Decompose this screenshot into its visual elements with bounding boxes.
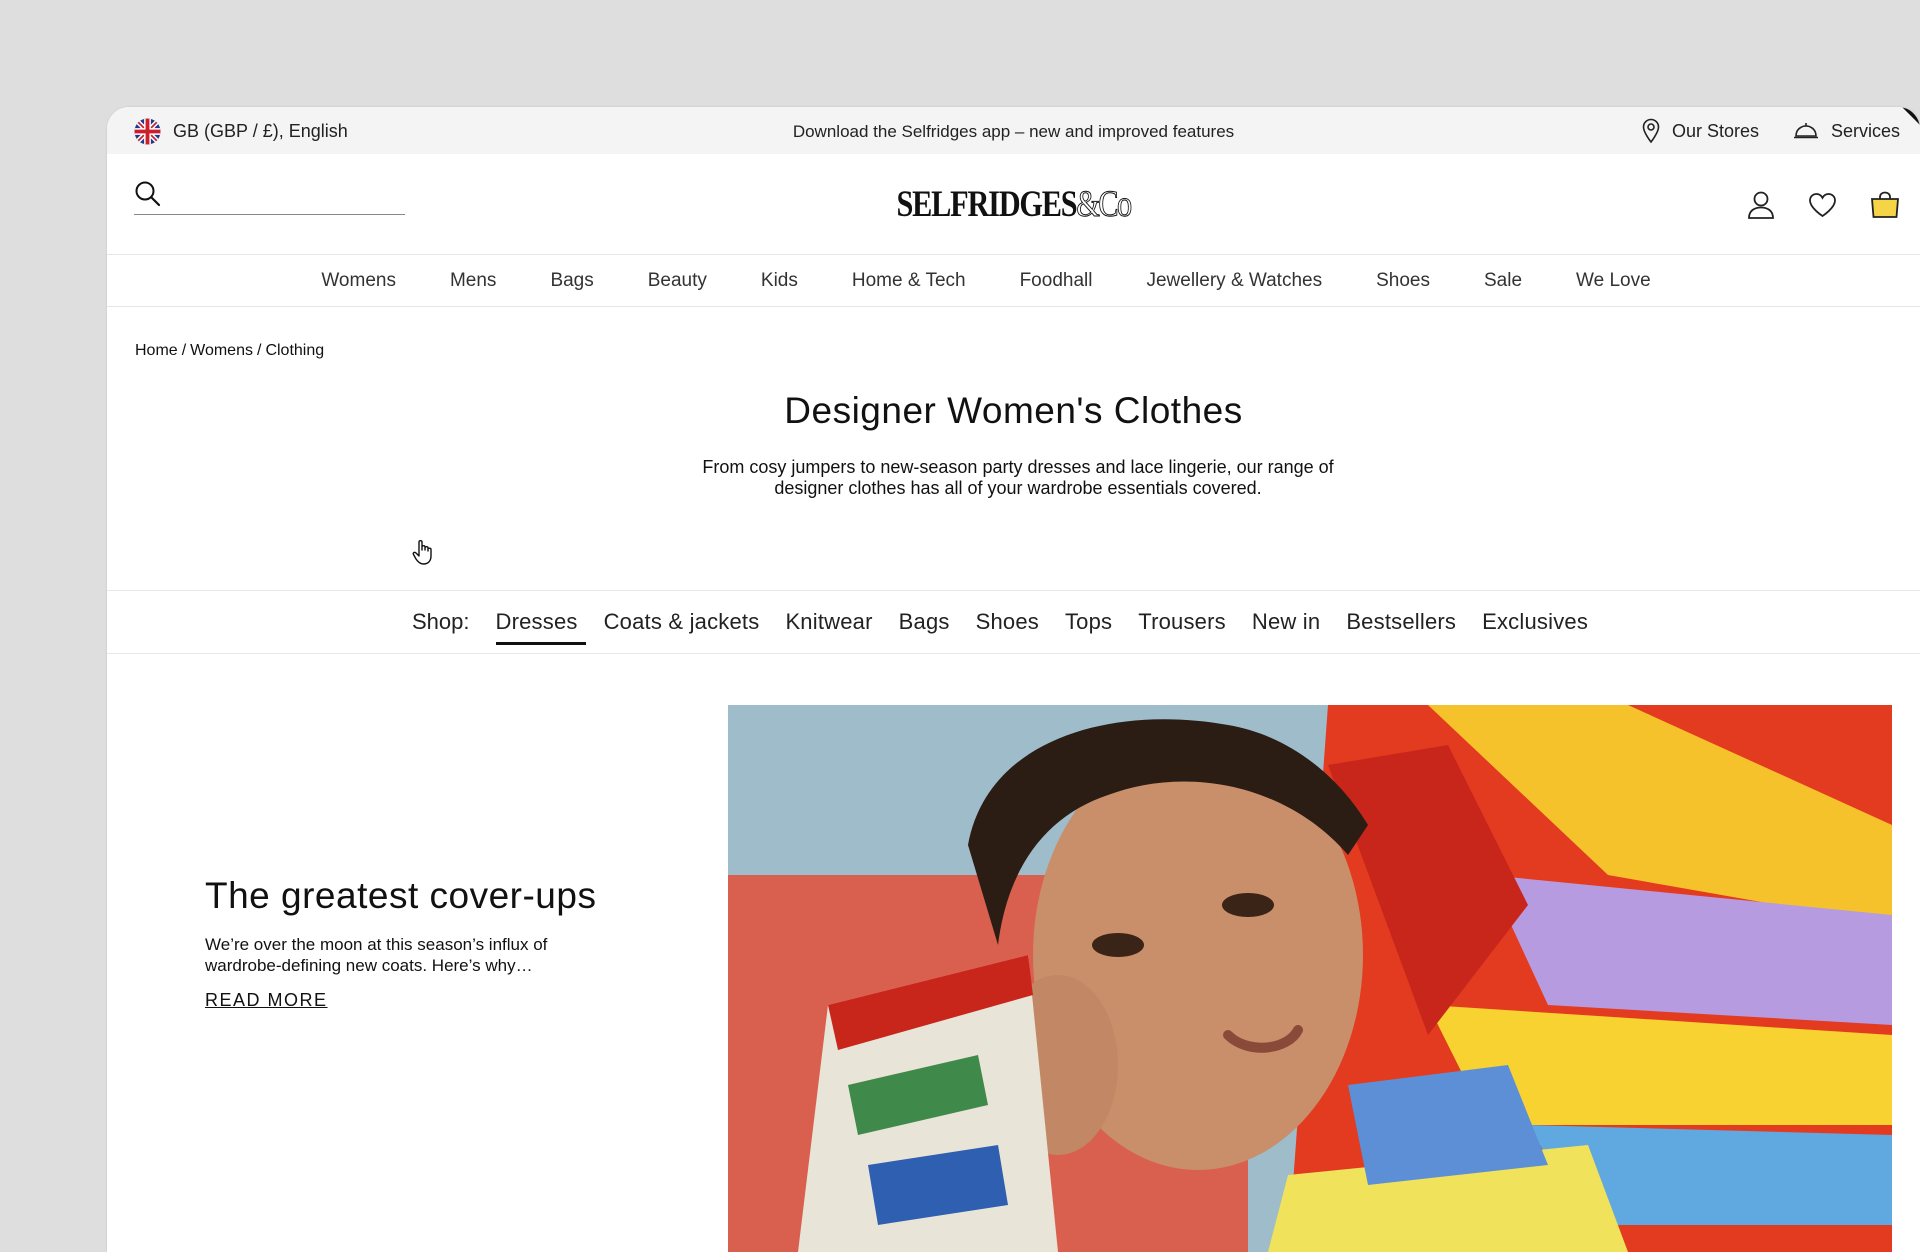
shop-item-exclusives[interactable]: Exclusives	[1482, 609, 1588, 635]
nav-item-jewellery-watches[interactable]: Jewellery & Watches	[1119, 270, 1349, 292]
location-pin-icon	[1642, 118, 1660, 144]
service-bell-icon	[1793, 123, 1818, 139]
nav-item-foodhall[interactable]: Foodhall	[993, 270, 1120, 292]
services-label: Services	[1830, 120, 1900, 141]
breadcrumb-womens[interactable]: Womens	[190, 342, 253, 359]
nav-item-womens[interactable]: Womens	[294, 270, 423, 292]
hero-photo-illustration	[728, 705, 1892, 1252]
editorial-title: The greatest cover-ups	[205, 875, 597, 916]
shopping-bag-icon[interactable]	[1870, 191, 1900, 219]
shop-item-dresses[interactable]: Dresses	[495, 609, 586, 645]
shop-item-bestsellers[interactable]: Bestsellers	[1346, 609, 1456, 635]
page-description: From cosy jumpers to new-season party dr…	[702, 457, 1334, 498]
shop-item-shoes[interactable]: Shoes	[976, 609, 1039, 635]
heart-icon[interactable]	[1808, 192, 1837, 218]
account-icon[interactable]	[1747, 190, 1775, 220]
our-stores-link[interactable]: Our Stores	[1642, 118, 1759, 144]
browser-window: GB (GBP / £), English Download the Selfr…	[107, 107, 1920, 1252]
shop-item-tops[interactable]: Tops	[1065, 609, 1112, 635]
nav-item-home-tech[interactable]: Home & Tech	[825, 270, 993, 292]
shop-item-coats-jackets[interactable]: Coats & jackets	[604, 609, 760, 635]
logo-wordmark: SELFRIDGES	[896, 184, 1077, 225]
logo-co: &Co	[1076, 184, 1133, 226]
nav-item-kids[interactable]: Kids	[734, 270, 825, 292]
main-navigation: Womens Mens Bags Beauty Kids Home & Tech Foodh…	[107, 254, 1920, 307]
nav-item-sale[interactable]: Sale	[1457, 270, 1549, 292]
nav-item-bags[interactable]: Bags	[523, 270, 620, 292]
shop-item-new-in[interactable]: New in	[1252, 609, 1320, 635]
services-link[interactable]: Services	[1793, 121, 1900, 142]
nav-item-we-love[interactable]: We Love	[1549, 270, 1678, 292]
shop-item-trousers[interactable]: Trousers	[1138, 609, 1226, 635]
hero-image[interactable]	[728, 705, 1892, 1252]
editorial-text: We’re over the moon at this season’s inf…	[205, 935, 548, 975]
window-corner	[1902, 107, 1920, 125]
shop-item-bags[interactable]: Bags	[899, 609, 950, 635]
page-title: Designer Women's Clothes	[784, 390, 1243, 431]
breadcrumb-clothing[interactable]: Clothing	[265, 342, 324, 359]
breadcrumb: Home / Womens / Clothing	[135, 342, 325, 359]
breadcrumb-home[interactable]: Home	[135, 342, 178, 359]
our-stores-label: Our Stores	[1671, 120, 1759, 141]
nav-item-mens[interactable]: Mens	[423, 270, 523, 292]
nav-item-shoes[interactable]: Shoes	[1349, 270, 1457, 292]
utility-bar: GB (GBP / £), English Download the Selfr…	[107, 107, 1920, 154]
search-icon[interactable]	[134, 180, 162, 208]
shop-item-knitwear[interactable]: Knitwear	[785, 609, 872, 635]
selfridges-logo[interactable]: SELFRIDGES&Co	[270, 183, 1757, 226]
nav-item-beauty[interactable]: Beauty	[621, 270, 734, 292]
shop-label: Shop:	[412, 609, 470, 634]
read-more-link[interactable]: READ MORE	[205, 990, 328, 1011]
hand-cursor-icon	[412, 540, 432, 565]
shop-category-bar: Shop: Dresses Coats & jackets Knitwear Bags…	[107, 590, 1920, 654]
site-header: SELFRIDGES&Co	[107, 154, 1920, 254]
